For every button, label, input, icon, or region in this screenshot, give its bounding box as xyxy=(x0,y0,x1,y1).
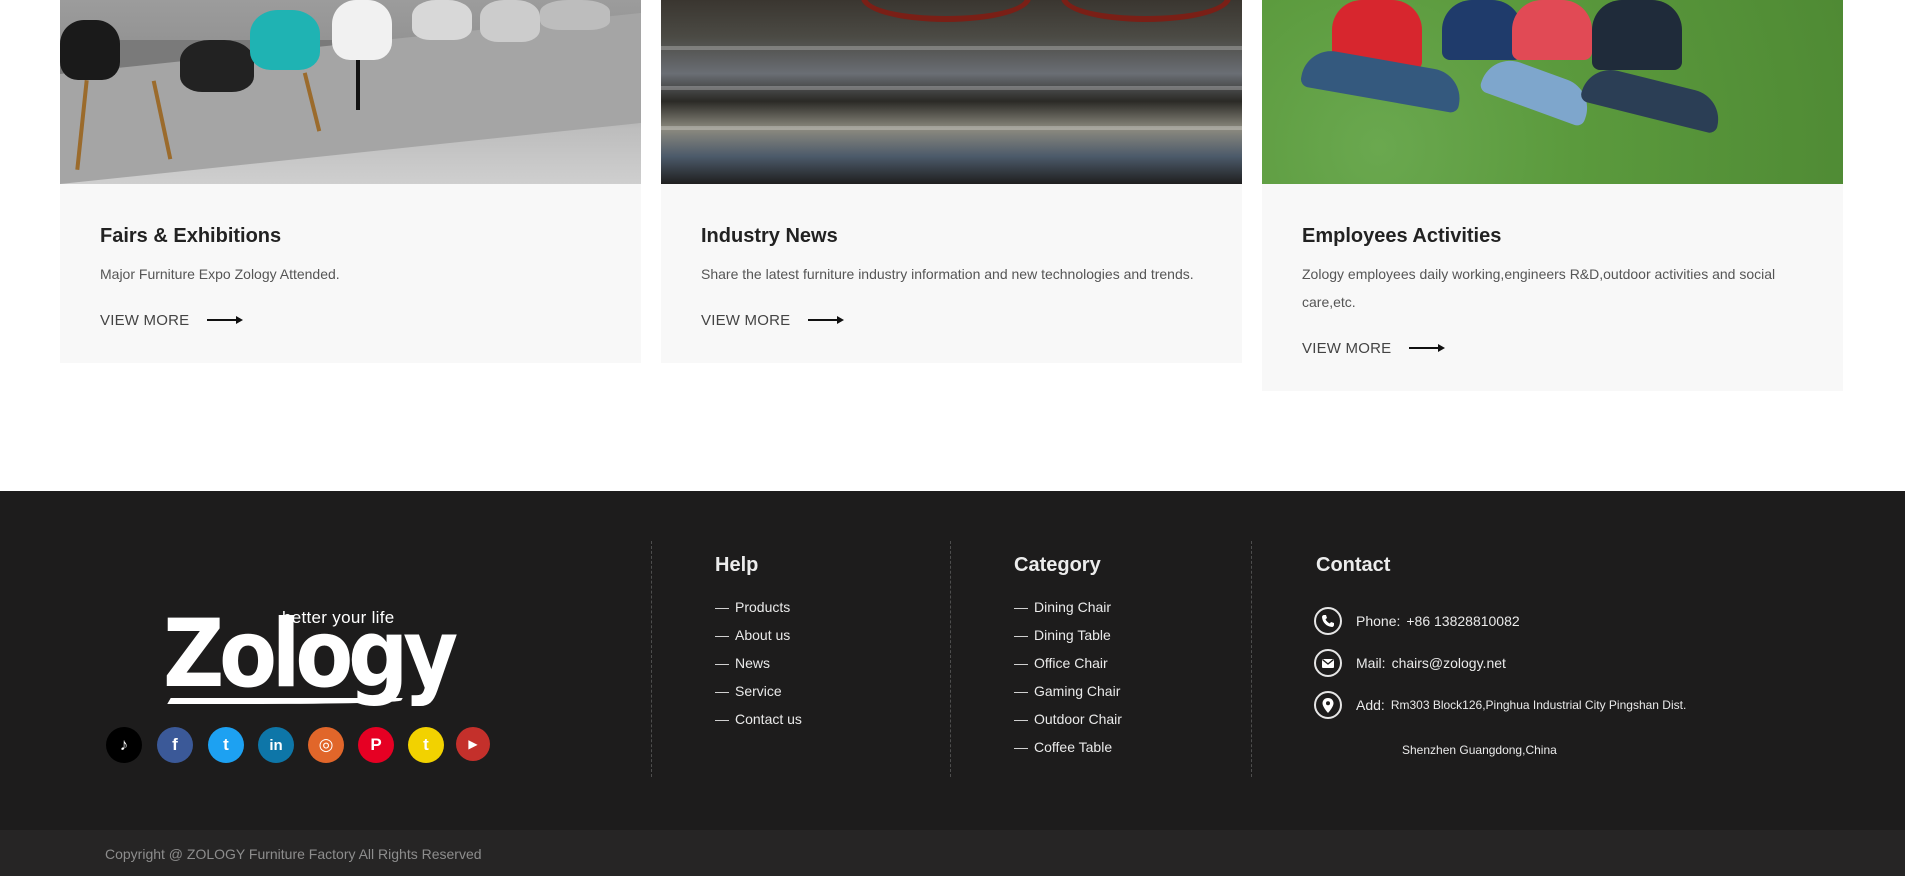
contact-address: Add: Rm303 Block126,Pinghua Industrial C… xyxy=(1314,691,1686,719)
phone-number[interactable]: +86 13828810082 xyxy=(1406,613,1519,629)
tiktok-icon[interactable]: ♪ xyxy=(106,727,142,763)
view-more-label: VIEW MORE xyxy=(701,311,791,329)
address-line-2: Shenzhen Guangdong,China xyxy=(1402,743,1557,757)
news-card-employees: Employees Activities Zology employees da… xyxy=(1262,0,1843,391)
news-card-industry: Industry News Share the latest furniture… xyxy=(661,0,1242,363)
phone-label: Phone: xyxy=(1356,613,1401,629)
help-link-products[interactable]: — Products xyxy=(715,593,802,621)
card-description: Share the latest furniture industry info… xyxy=(701,266,1194,282)
column-divider xyxy=(1251,541,1252,777)
arrow-right-icon xyxy=(207,316,244,324)
mail-address[interactable]: chairs@zology.net xyxy=(1392,655,1506,671)
card-title[interactable]: Employees Activities xyxy=(1302,224,1803,248)
arrow-right-icon xyxy=(1409,344,1446,352)
category-link-outdoor-chair[interactable]: — Outdoor Chair xyxy=(1014,705,1122,733)
arrow-right-icon xyxy=(808,316,845,324)
view-more-label: VIEW MORE xyxy=(1302,339,1392,357)
view-more-link[interactable]: VIEW MORE xyxy=(701,308,845,332)
help-column: Help — Products — About us — News — Service … xyxy=(715,553,802,733)
card-title[interactable]: Industry News xyxy=(701,224,1202,248)
contact-mail: Mail: chairs@zology.net xyxy=(1314,649,1506,677)
zology-logo[interactable]: Zology better your life xyxy=(163,608,458,708)
site-footer: Zology better your life ♪ f t in ◎ P t ▶… xyxy=(0,491,1905,830)
social-links: ♪ f t in ◎ P t ▶ xyxy=(106,727,505,763)
card-image-employees[interactable] xyxy=(1262,0,1843,184)
category-link-gaming-chair[interactable]: — Gaming Chair xyxy=(1014,677,1122,705)
linkedin-icon[interactable]: in xyxy=(258,727,294,763)
pinterest-icon[interactable]: P xyxy=(358,727,394,763)
column-divider xyxy=(950,541,951,777)
facebook-icon[interactable]: f xyxy=(157,727,193,763)
help-link-service[interactable]: — Service xyxy=(715,677,802,705)
logo-tagline: better your life xyxy=(282,608,395,627)
category-column: Category — Dining Chair — Dining Table — Of… xyxy=(1014,553,1122,761)
contact-column: Contact xyxy=(1316,553,1390,577)
view-more-link[interactable]: VIEW MORE xyxy=(1302,336,1446,360)
contact-heading: Contact xyxy=(1316,554,1391,576)
copyright-bar: Copyright @ ZOLOGY Furniture Factory All… xyxy=(0,830,1905,876)
category-heading: Category xyxy=(1014,554,1101,576)
card-description: Major Furniture Expo Zology Attended. xyxy=(100,266,340,282)
card-title[interactable]: Fairs & Exhibitions xyxy=(100,224,601,248)
help-link-contact[interactable]: — Contact us xyxy=(715,705,802,733)
location-pin-icon xyxy=(1314,691,1342,719)
mail-icon xyxy=(1314,649,1342,677)
card-image-chairs[interactable] xyxy=(60,0,641,184)
instagram-icon[interactable]: ◎ xyxy=(308,727,344,763)
view-more-label: VIEW MORE xyxy=(100,311,190,329)
view-more-link[interactable]: VIEW MORE xyxy=(100,308,244,332)
twitter-icon[interactable]: t xyxy=(208,727,244,763)
help-heading: Help xyxy=(715,554,759,576)
youtube-icon[interactable]: ▶ xyxy=(456,727,490,761)
column-divider xyxy=(651,541,652,777)
news-card-fairs: Fairs & Exhibitions Major Furniture Expo… xyxy=(60,0,641,363)
category-link-dining-table[interactable]: — Dining Table xyxy=(1014,621,1122,649)
copyright-text: Copyright @ ZOLOGY Furniture Factory All… xyxy=(105,846,482,862)
category-link-dining-chair[interactable]: — Dining Chair xyxy=(1014,593,1122,621)
help-link-about[interactable]: — About us xyxy=(715,621,802,649)
help-link-news[interactable]: — News xyxy=(715,649,802,677)
category-link-coffee-table[interactable]: — Coffee Table xyxy=(1014,733,1122,761)
address-line-1: Rm303 Block126,Pinghua Industrial City P… xyxy=(1390,698,1687,712)
card-description: Zology employees daily working,engineers… xyxy=(1302,266,1776,310)
card-image-newspapers[interactable] xyxy=(661,0,1242,184)
tumblr-icon[interactable]: t xyxy=(408,727,444,763)
address-label: Add: xyxy=(1356,697,1385,713)
category-link-office-chair[interactable]: — Office Chair xyxy=(1014,649,1122,677)
phone-icon xyxy=(1314,607,1342,635)
contact-phone: Phone: +86 13828810082 xyxy=(1314,607,1520,635)
mail-label: Mail: xyxy=(1356,655,1386,671)
